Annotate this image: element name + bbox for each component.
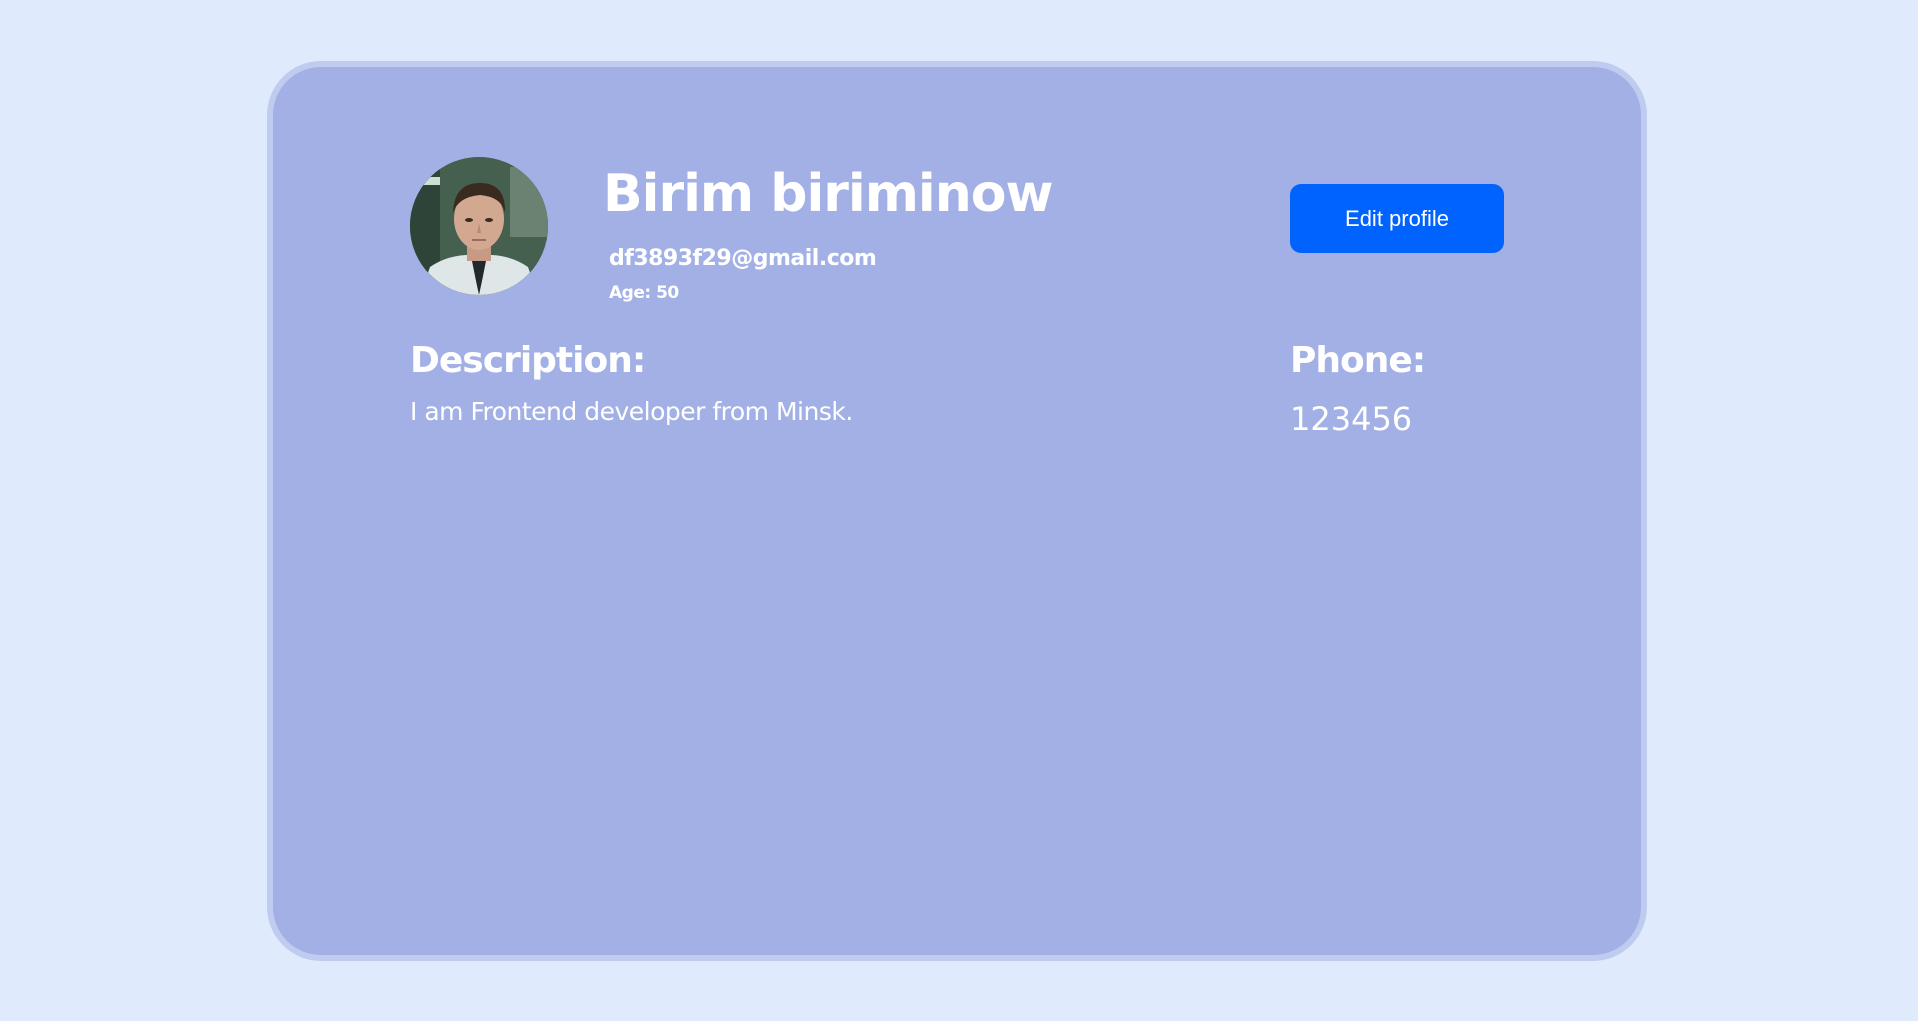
profile-name: Birim biriminow bbox=[603, 164, 1054, 224]
phone-number: 123456 bbox=[1290, 400, 1413, 438]
avatar bbox=[410, 157, 548, 295]
description-title: Description: bbox=[410, 340, 646, 381]
edit-profile-button[interactable]: Edit profile bbox=[1290, 184, 1504, 253]
phone-title: Phone: bbox=[1290, 340, 1426, 381]
description-text: I am Frontend developer from Minsk. bbox=[410, 397, 853, 426]
avatar-photo bbox=[410, 157, 548, 295]
profile-email: df3893f29@gmail.com bbox=[609, 246, 877, 271]
profile-age: Age: 50 bbox=[609, 283, 679, 303]
